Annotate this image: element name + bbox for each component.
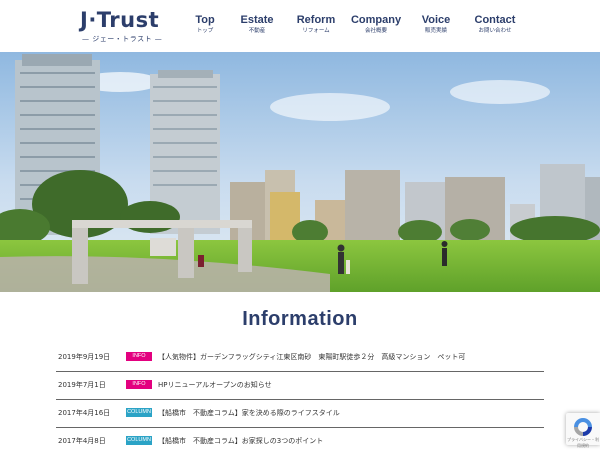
news-badge-info: INFO xyxy=(126,380,152,389)
news-badge-column: COLUMN xyxy=(126,408,152,417)
site-header: J·Trust — ジェー・トラスト — Top トップ Estate 不動産 … xyxy=(0,0,600,52)
logo-wordmark: J·Trust xyxy=(80,8,160,32)
park-cityscape-illustration xyxy=(0,52,600,292)
recaptcha-badge[interactable]: プライバシー・利用規約 xyxy=(566,413,600,448)
news-badge-column: COLUMN xyxy=(126,436,152,445)
site-logo[interactable]: J·Trust — ジェー・トラスト — xyxy=(80,8,162,44)
news-link[interactable]: 【船橋市 不動産コラム】お家探しの3つのポイント xyxy=(158,436,323,446)
news-item[interactable]: 2017年4月8日 COLUMN 【船橋市 不動産コラム】お家探しの3つのポイン… xyxy=(56,428,544,450)
news-date: 2017年4月8日 xyxy=(58,437,106,445)
recaptcha-label: プライバシー・利用規約 xyxy=(567,437,599,448)
nav-label-en: Contact xyxy=(474,14,516,26)
logo-subtitle: — ジェー・トラスト — xyxy=(82,35,163,43)
information-heading: Information xyxy=(242,308,358,330)
hero-image xyxy=(0,52,600,292)
news-link[interactable]: 【船橋市 不動産コラム】家を決める際のライフスタイル xyxy=(158,408,340,418)
main-nav: Top トップ Estate 不動産 Reform リフォーム Company … xyxy=(170,14,530,40)
news-date: 2017年4月16日 xyxy=(58,409,111,417)
nav-label-jp: お問い合わせ xyxy=(478,28,512,34)
news-item[interactable]: 2019年9月19日 INFO 【人気物件】ガーデンフラッグシティ江東区南砂 東… xyxy=(56,344,544,372)
news-link[interactable]: HPリニューアルオープンのお知らせ xyxy=(158,380,272,390)
news-link[interactable]: 【人気物件】ガーデンフラッグシティ江東区南砂 東陽町駅徒歩２分 高級マンション … xyxy=(158,352,465,362)
news-item[interactable]: 2019年7月1日 INFO HPリニューアルオープンのお知らせ xyxy=(56,372,544,400)
recaptcha-icon xyxy=(574,418,592,436)
news-badge-info: INFO xyxy=(126,352,152,361)
news-item[interactable]: 2017年4月16日 COLUMN 【船橋市 不動産コラム】家を決める際のライフ… xyxy=(56,400,544,428)
news-list: 2019年9月19日 INFO 【人気物件】ガーデンフラッグシティ江東区南砂 東… xyxy=(56,344,544,450)
news-date: 2019年7月1日 xyxy=(58,381,106,389)
news-date: 2019年9月19日 xyxy=(58,353,111,361)
nav-item-contact[interactable]: Contact お問い合わせ xyxy=(460,14,530,36)
